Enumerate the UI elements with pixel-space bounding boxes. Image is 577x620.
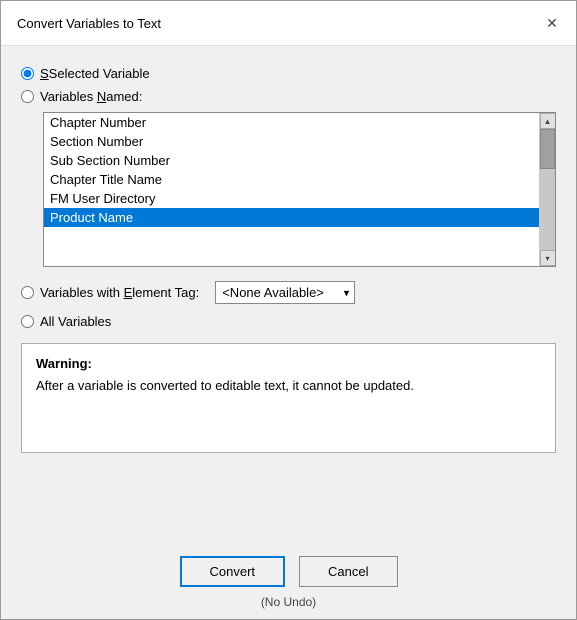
element-tag-label[interactable]: Variables with Element Tag:	[40, 285, 199, 300]
scroll-up-button[interactable]: ▲	[540, 113, 556, 129]
scroll-down-button[interactable]: ▾	[540, 250, 556, 266]
list-item[interactable]: Chapter Number	[44, 113, 539, 132]
element-tag-dropdown-wrapper: <None Available>	[215, 281, 355, 304]
close-button[interactable]: ✕	[540, 11, 564, 35]
warning-text: After a variable is converted to editabl…	[36, 377, 541, 395]
element-tag-radio[interactable]	[21, 286, 34, 299]
variables-listbox[interactable]: Chapter Number Section Number Sub Sectio…	[44, 113, 539, 266]
dialog-title: Convert Variables to Text	[17, 16, 161, 31]
convert-button[interactable]: Convert	[180, 556, 286, 587]
list-item[interactable]: FM User Directory	[44, 189, 539, 208]
warning-title: Warning:	[36, 356, 541, 371]
title-bar: Convert Variables to Text ✕	[1, 1, 576, 46]
warning-box: Warning: After a variable is converted t…	[21, 343, 556, 453]
list-item[interactable]: Section Number	[44, 132, 539, 151]
no-undo-label: (No Undo)	[261, 595, 316, 609]
scroll-track	[540, 129, 555, 250]
selected-variable-row: SSelected Variable	[21, 66, 556, 81]
dialog-footer: Convert Cancel (No Undo)	[1, 542, 576, 619]
list-item[interactable]: Product Name	[44, 208, 539, 227]
button-row: Convert Cancel	[180, 556, 398, 587]
selected-variable-radio[interactable]	[21, 67, 34, 80]
variables-named-row: Variables Named:	[21, 89, 556, 104]
variables-named-label[interactable]: Variables Named:	[40, 89, 142, 104]
all-variables-label[interactable]: All Variables	[40, 314, 111, 329]
list-item[interactable]: Sub Section Number	[44, 151, 539, 170]
variables-listbox-container: Chapter Number Section Number Sub Sectio…	[43, 112, 556, 267]
scrollbar[interactable]: ▲ ▾	[539, 113, 555, 266]
all-variables-radio[interactable]	[21, 315, 34, 328]
selected-variable-label[interactable]: SSelected Variable	[40, 66, 150, 81]
all-variables-row: All Variables	[21, 314, 556, 329]
dialog-content: SSelected Variable Variables Named: Chap…	[1, 46, 576, 542]
list-item[interactable]: Chapter Title Name	[44, 170, 539, 189]
cancel-button[interactable]: Cancel	[299, 556, 397, 587]
scroll-thumb[interactable]	[540, 129, 555, 169]
element-tag-row: Variables with Element Tag: <None Availa…	[21, 281, 556, 304]
element-tag-dropdown[interactable]: <None Available>	[215, 281, 355, 304]
dialog: Convert Variables to Text ✕ SSelected Va…	[0, 0, 577, 620]
variables-named-radio[interactable]	[21, 90, 34, 103]
